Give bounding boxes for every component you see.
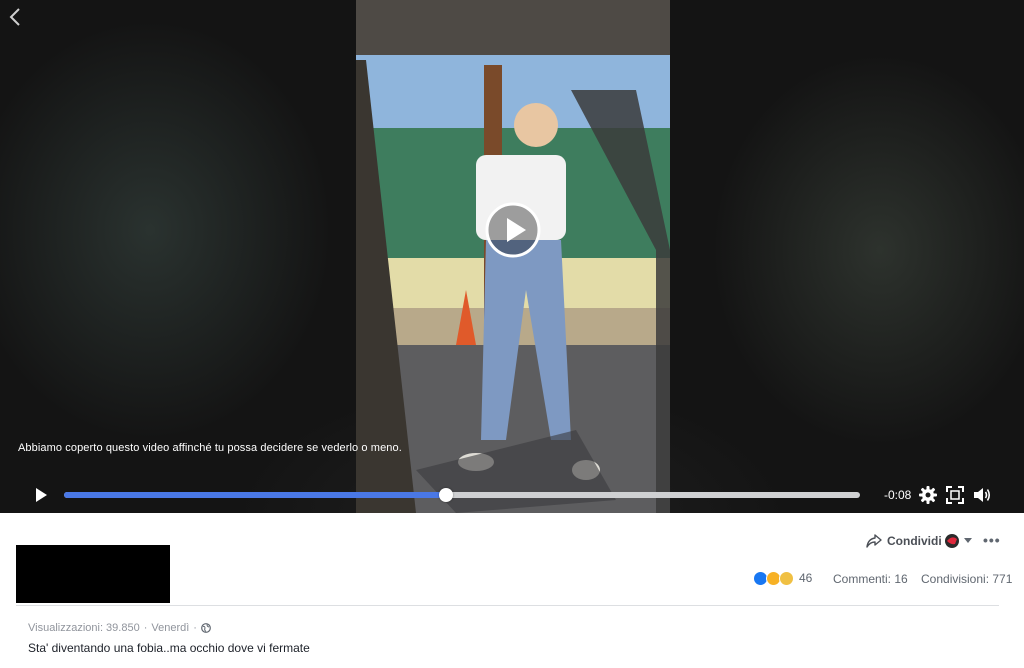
- redacted-author-block: [16, 545, 170, 603]
- divider: [16, 605, 999, 606]
- post-details: Condividi ••• 46 Commenti: 16 Condivisio…: [0, 513, 1024, 668]
- reactions-count: 46: [799, 571, 813, 585]
- share-arrow-icon: [866, 534, 882, 548]
- volume-icon[interactable]: [972, 485, 992, 505]
- share-label: Condividi: [887, 534, 942, 548]
- comments-count-link[interactable]: Commenti: 16: [833, 572, 908, 586]
- sensitive-content-notice: Abbiamo coperto questo video affinché tu…: [18, 442, 402, 454]
- views-count: Visualizzazioni: 39.850: [28, 622, 140, 634]
- chevron-left-icon[interactable]: [6, 6, 24, 28]
- sad-reaction-icon: [779, 570, 794, 586]
- progress-bar[interactable]: [64, 488, 860, 502]
- post-caption: Sta' diventando una fobia..ma occhio dov…: [28, 641, 310, 655]
- reactions-summary[interactable]: 46: [753, 570, 812, 586]
- post-date[interactable]: Venerdì: [151, 622, 189, 634]
- globe-icon: [201, 623, 211, 633]
- progress-scrubber[interactable]: [439, 488, 454, 502]
- post-as-selector[interactable]: [944, 533, 974, 549]
- shares-count-link[interactable]: Condivisioni: 771: [921, 572, 1012, 586]
- gear-icon[interactable]: [918, 485, 938, 505]
- more-dots-icon[interactable]: •••: [983, 533, 1000, 549]
- progress-fill: [64, 492, 447, 498]
- time-remaining: -0:08: [884, 488, 912, 502]
- fullscreen-icon[interactable]: [945, 485, 965, 505]
- share-button[interactable]: Condividi: [866, 532, 942, 550]
- post-meta: Visualizzazioni: 39.850 · Venerdì ·: [28, 622, 211, 634]
- page-avatar-icon: [945, 534, 959, 548]
- meta-separator: ·: [143, 622, 148, 634]
- caret-down-icon: [964, 538, 972, 543]
- meta-separator: ·: [193, 622, 197, 634]
- video-player[interactable]: Abbiamo coperto questo video affinché tu…: [0, 0, 1024, 513]
- play-overlay-button[interactable]: [485, 202, 541, 258]
- video-controls: -0:08: [0, 478, 1024, 512]
- play-icon[interactable]: [33, 487, 49, 503]
